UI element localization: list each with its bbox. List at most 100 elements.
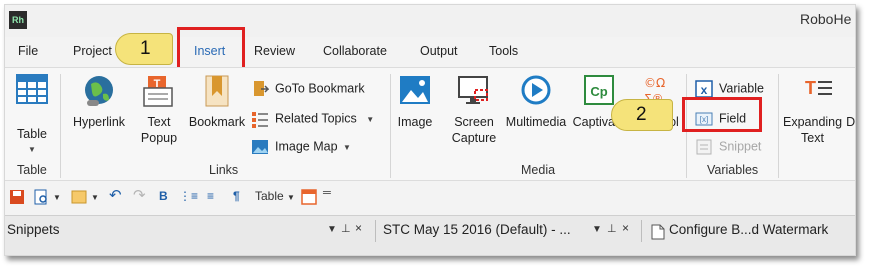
table-button[interactable]: Table ▼ [13, 74, 51, 158]
variable-button[interactable]: x Variable [695, 80, 764, 98]
svg-text:©Ω: ©Ω [644, 76, 665, 90]
image-icon [400, 76, 430, 104]
pane-dropdown-icon[interactable]: ▼ [327, 224, 337, 235]
text-popup-icon: T [143, 76, 173, 107]
group-separator [390, 74, 391, 178]
svg-text:T: T [805, 78, 816, 98]
image-button[interactable]: Image [394, 74, 436, 130]
image-map-button[interactable]: Image Map ▼ [251, 138, 351, 156]
screen-capture-button[interactable]: Screen Capture [445, 74, 503, 146]
paragraph-icon[interactable]: ¶ [233, 189, 240, 203]
pin-icon[interactable]: ⊥ [341, 222, 351, 235]
app-logo: Rh [9, 11, 27, 29]
close-icon[interactable]: × [622, 221, 629, 235]
expanding-text-label-2: Text [801, 131, 824, 145]
svg-text:Cp: Cp [590, 84, 607, 99]
quick-toolbar: ▼ ▼ ↶ ↷ B ⋮≡ ≡ ¶ Table ▼ ═ [5, 183, 855, 211]
image-label: Image [397, 115, 433, 129]
menu-review[interactable]: Review [254, 44, 295, 58]
hyperlink-label: Hyperlink [72, 115, 126, 129]
menu-tools[interactable]: Tools [489, 44, 518, 58]
group-label-table: Table [17, 163, 47, 177]
chevron-down-icon[interactable]: ▼ [53, 193, 61, 202]
step-1-callout: 1 [115, 33, 173, 65]
captivate-icon: Cp [584, 75, 614, 105]
multimedia-button[interactable]: Multimedia [503, 74, 569, 130]
field-highlight-box [682, 97, 762, 132]
close-icon[interactable]: × [355, 221, 362, 235]
document-tab-watermark[interactable]: Configure B...d Watermark [669, 222, 828, 237]
svg-text:x: x [701, 83, 708, 97]
menu-collaborate[interactable]: Collaborate [323, 44, 387, 58]
bookmark-icon [205, 75, 229, 107]
bold-icon[interactable]: B [159, 189, 168, 203]
menu-file[interactable]: File [18, 44, 38, 58]
preview-icon[interactable] [33, 189, 49, 205]
related-topics-button[interactable]: Related Topics ▼ [251, 110, 374, 128]
screen-capture-icon [458, 76, 488, 104]
insert-table-icon[interactable] [301, 189, 317, 205]
document-icon [651, 224, 665, 240]
bookmark-label: Bookmark [188, 115, 246, 129]
undo-icon[interactable]: ↶ [109, 186, 122, 204]
numbered-list-icon[interactable]: ⋮≡ [179, 189, 198, 203]
text-popup-label-1: Text [147, 115, 171, 129]
redo-icon[interactable]: ↷ [133, 186, 146, 204]
chevron-down-icon: ▼ [287, 193, 295, 202]
table-grid-icon [16, 74, 48, 104]
table-dropdown[interactable]: Table ▼ [255, 189, 295, 203]
hyperlink-globe-icon [85, 76, 113, 106]
tab-dropdown-icon[interactable]: ▼ [592, 224, 602, 235]
variable-label: Variable [719, 81, 764, 96]
table-label: Table [17, 127, 47, 141]
text-popup-button[interactable]: T Text Popup [135, 74, 183, 146]
step-2-callout: 2 [611, 99, 673, 131]
pane-separator [375, 220, 376, 242]
multimedia-label: Multimedia [505, 115, 567, 129]
pane-separator [641, 220, 642, 242]
bookmark-button[interactable]: Bookmark [185, 74, 249, 130]
goto-bookmark-label: GoTo Bookmark [275, 81, 365, 96]
goto-bookmark-button[interactable]: GoTo Bookmark [251, 80, 365, 98]
goto-bookmark-icon [254, 81, 269, 96]
group-label-media: Media [521, 163, 556, 177]
toolbar-overflow-icon[interactable]: ═ [323, 187, 331, 199]
bulleted-list-icon[interactable]: ≡ [207, 189, 214, 203]
screen-capture-label-2: Capture [451, 131, 497, 145]
group-label-links: Links [209, 163, 239, 177]
expanding-text-label-1: Expanding [783, 115, 843, 129]
chevron-down-icon[interactable]: ▼ [91, 193, 99, 202]
screen-capture-label-1: Screen [454, 115, 494, 129]
insert-highlight-box [177, 27, 245, 71]
app-window: Rh RoboHe File Project Insert Review Col… [4, 4, 856, 256]
pane-tabs-row: Snippets ▼ ⊥ × STC May 15 2016 (Default)… [5, 215, 855, 255]
snippet-button[interactable]: Snippet [695, 138, 761, 156]
variable-icon: x [695, 80, 713, 98]
menu-output[interactable]: Output [420, 44, 458, 58]
pin-icon[interactable]: ⊥ [607, 222, 617, 235]
snippet-label: Snippet [719, 139, 762, 154]
text-popup-label-2: Popup [140, 131, 178, 145]
snippets-pane-title[interactable]: Snippets [7, 222, 60, 237]
hyperlink-button[interactable]: Hyperlink [69, 74, 129, 130]
window-title: RoboHe [800, 11, 852, 27]
document-tab-stc[interactable]: STC May 15 2016 (Default) - ... [383, 222, 571, 237]
expanding-text-button[interactable]: T Expanding D Text [783, 74, 856, 146]
group-separator [60, 74, 61, 178]
related-topics-icon [252, 112, 268, 128]
expanding-text-icon: T [805, 78, 832, 98]
next-button-label-cut: D [846, 115, 856, 129]
chevron-down-icon: ▼ [343, 143, 351, 153]
image-map-label: Image Map [275, 139, 338, 154]
menu-project[interactable]: Project [73, 44, 112, 58]
related-topics-label: Related Topics [275, 111, 357, 126]
group-separator [778, 74, 779, 178]
group-label-variables: Variables [707, 163, 759, 177]
image-map-icon [252, 140, 268, 154]
save-icon[interactable] [9, 189, 25, 205]
multimedia-play-icon [521, 75, 551, 105]
chevron-down-icon: ▼ [28, 145, 36, 154]
chevron-down-icon: ▼ [366, 115, 375, 125]
layout-icon[interactable] [71, 189, 87, 205]
snippet-icon [696, 139, 712, 155]
